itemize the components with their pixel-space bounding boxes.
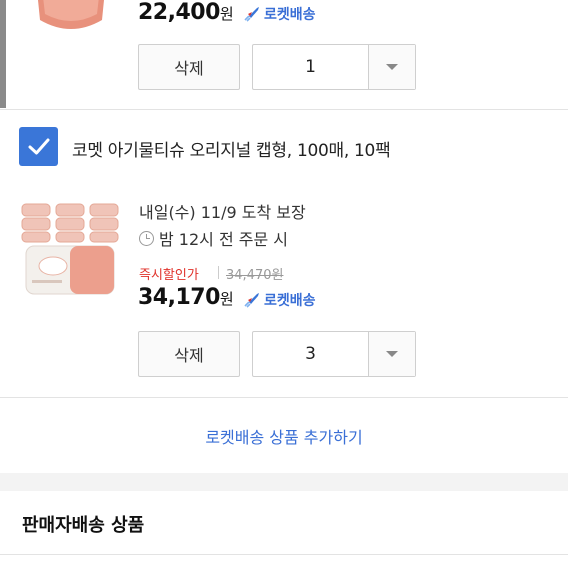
quantity-select[interactable]: 1 <box>252 44 416 90</box>
divider <box>0 397 568 398</box>
separator <box>218 266 219 279</box>
original-price: 34,470원 <box>226 268 284 283</box>
quantity-dropdown-button[interactable] <box>369 45 415 89</box>
check-icon <box>28 138 49 154</box>
item-checkbox[interactable] <box>19 127 58 166</box>
delivery-date: 내일(수) 11/9 도착 보장 <box>139 203 306 222</box>
section-gap <box>0 473 568 491</box>
delete-button[interactable]: 삭제 <box>138 331 240 377</box>
rocket-label: 로켓배송 <box>264 293 316 309</box>
instant-discount-label: 즉시할인가 <box>139 268 199 283</box>
order-cutoff: 밤 12시 전 주문 시 <box>139 226 288 250</box>
item-price: 34,170원 <box>138 285 234 310</box>
seller-delivery-section-title: 판매자배송 상품 <box>22 515 145 536</box>
clock-icon <box>139 230 154 246</box>
delete-label: 삭제 <box>174 59 204 78</box>
divider <box>0 554 568 555</box>
chevron-down-icon <box>386 64 398 70</box>
delete-label: 삭제 <box>174 346 204 365</box>
quantity-select[interactable]: 3 <box>252 331 416 377</box>
quantity-value: 3 <box>253 332 369 376</box>
product-image-top[interactable] <box>28 0 114 42</box>
chevron-down-icon <box>386 351 398 357</box>
rocket-delivery-badge: 로켓배송 <box>243 290 316 310</box>
rocket-delivery-badge: 로켓배송 <box>243 4 316 24</box>
top-item-price: 22,400원 <box>138 0 234 25</box>
divider <box>0 109 568 110</box>
add-rocket-items-link[interactable]: 로켓배송 상품 추가하기 <box>0 424 568 448</box>
rocket-label: 로켓배송 <box>264 7 316 23</box>
rocket-icon <box>244 293 259 308</box>
quantity-value: 1 <box>253 45 369 89</box>
quantity-dropdown-button[interactable] <box>369 332 415 376</box>
item-title[interactable]: 코멧 아기물티슈 오리지널 캡형, 100매, 10팩 <box>72 136 391 161</box>
rocket-icon <box>244 7 259 22</box>
product-image[interactable] <box>20 200 123 304</box>
delete-button[interactable]: 삭제 <box>138 44 240 90</box>
cutoff-text: 밤 12시 전 주문 시 <box>159 230 289 249</box>
scroll-indicator <box>0 0 6 108</box>
